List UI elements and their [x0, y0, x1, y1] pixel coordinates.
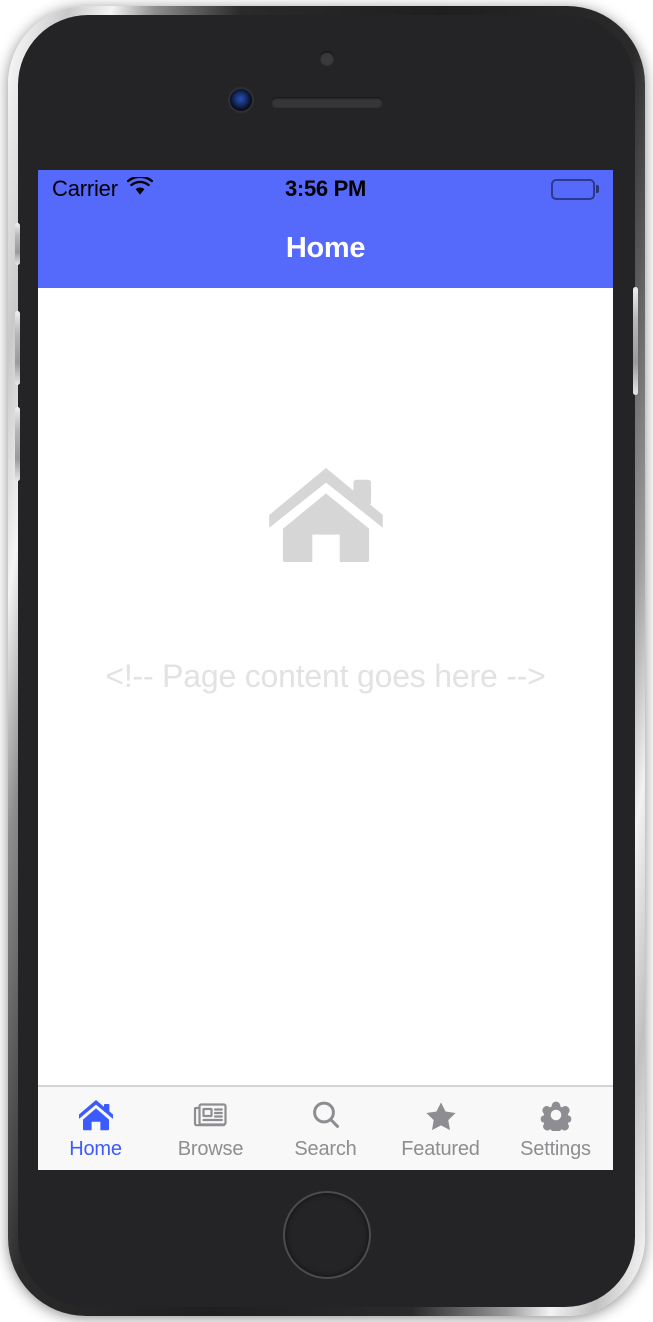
status-bar: Carrier 3:56 PM	[38, 170, 613, 208]
status-bar-time: 3:56 PM	[284, 176, 367, 201]
volume-down-button[interactable]	[15, 407, 20, 481]
tab-settings[interactable]: Settings	[498, 1087, 613, 1170]
carrier-label: Carrier	[52, 176, 118, 201]
tab-search-label: Search	[294, 1137, 357, 1160]
content-placeholder-text: <!-- Page content goes here -->	[105, 658, 546, 694]
device-frame: Carrier 3:56 PM Home <!-- Page content g…	[8, 6, 645, 1316]
tab-browse[interactable]: Browse	[153, 1087, 268, 1170]
newspaper-icon	[193, 1099, 229, 1135]
magnifier-icon	[308, 1099, 344, 1135]
tab-settings-label: Settings	[520, 1137, 591, 1160]
device-body: Carrier 3:56 PM Home <!-- Page content g…	[15, 15, 638, 1307]
page-title: Home	[285, 231, 366, 264]
tab-featured[interactable]: Featured	[383, 1087, 498, 1170]
front-camera	[230, 89, 252, 111]
page-content: <!-- Page content goes here -->	[38, 288, 613, 1085]
phone-screen: Carrier 3:56 PM Home <!-- Page content g…	[38, 170, 613, 1170]
navigation-bar: Home	[38, 208, 613, 288]
tab-search[interactable]: Search	[268, 1087, 383, 1170]
power-button[interactable]	[633, 287, 638, 395]
earpiece-speaker	[270, 97, 383, 108]
tab-home-label: Home	[69, 1137, 122, 1160]
gear-icon	[538, 1099, 574, 1135]
tab-home[interactable]: Home	[38, 1087, 153, 1170]
silent-switch[interactable]	[15, 223, 20, 265]
house-icon	[267, 466, 385, 562]
wifi-icon	[126, 175, 153, 201]
tab-bar: Home Browse Search Featured Settings	[38, 1085, 613, 1170]
status-bar-left: Carrier	[52, 175, 153, 202]
star-icon	[423, 1099, 459, 1135]
tab-browse-label: Browse	[177, 1137, 244, 1160]
volume-up-button[interactable]	[15, 311, 20, 385]
status-bar-right	[551, 178, 599, 200]
battery-full-icon	[551, 178, 599, 200]
house-icon	[78, 1099, 114, 1135]
home-button[interactable]	[282, 1191, 371, 1279]
proximity-sensor	[319, 51, 334, 66]
tab-featured-label: Featured	[401, 1137, 480, 1160]
